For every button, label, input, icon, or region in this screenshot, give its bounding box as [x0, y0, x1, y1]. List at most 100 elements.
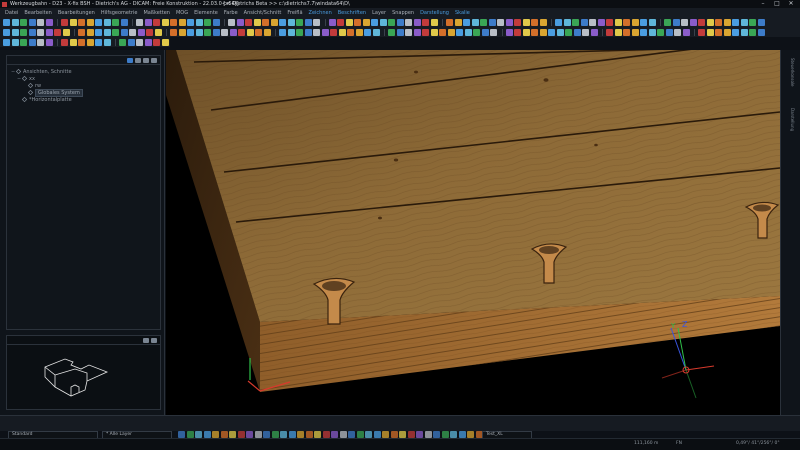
- tool-icon[interactable]: [732, 28, 739, 36]
- tool-icon[interactable]: [86, 18, 94, 26]
- tool-icon[interactable]: [170, 18, 177, 26]
- tool-icon[interactable]: [3, 28, 10, 36]
- tool-icon[interactable]: [640, 18, 647, 26]
- tool-icon[interactable]: [103, 18, 111, 26]
- tool-icon[interactable]: [321, 28, 329, 36]
- tool-icon[interactable]: [430, 28, 438, 36]
- tool-icon[interactable]: [715, 28, 722, 36]
- tool-icon[interactable]: [623, 18, 630, 26]
- tool-icon[interactable]: [463, 18, 470, 26]
- status-tool-icon[interactable]: [220, 431, 228, 438]
- status-tool-icon[interactable]: [195, 431, 202, 438]
- tool-icon[interactable]: [86, 38, 94, 46]
- tool-icon[interactable]: [279, 18, 286, 26]
- menu-ansicht-schnitt[interactable]: Ansicht/Schnitt: [241, 10, 285, 16]
- tool-icon[interactable]: [238, 28, 245, 36]
- tool-icon[interactable]: [430, 18, 438, 26]
- tool-icon[interactable]: [371, 18, 378, 26]
- tool-icon[interactable]: [270, 18, 278, 26]
- tool-icon[interactable]: [313, 28, 320, 36]
- menu-masketten[interactable]: Maßketten: [140, 10, 173, 16]
- status-tool-icon[interactable]: [433, 431, 440, 438]
- tool-icon[interactable]: [95, 28, 102, 36]
- tool-icon[interactable]: [648, 28, 656, 36]
- menu-layer[interactable]: Layer: [369, 10, 389, 16]
- tool-icon[interactable]: [606, 28, 613, 36]
- tool-icon[interactable]: [62, 28, 70, 36]
- status-tool-icon[interactable]: [339, 431, 347, 438]
- tool-icon[interactable]: [144, 38, 152, 46]
- close-button[interactable]: ✕: [784, 0, 798, 8]
- tool-icon[interactable]: [749, 18, 756, 26]
- menu-zeichnen[interactable]: Zeichnen: [306, 10, 335, 16]
- status-tool-icon[interactable]: [203, 431, 211, 438]
- menu-bearbeiten[interactable]: Bearbeiten: [21, 10, 54, 16]
- tool-icon[interactable]: [372, 28, 380, 36]
- tool-icon[interactable]: [396, 28, 404, 36]
- status-tool-icon[interactable]: [305, 431, 313, 438]
- close-icon[interactable]: [151, 337, 157, 343]
- tool-icon[interactable]: [229, 28, 237, 36]
- tool-icon[interactable]: [337, 18, 344, 26]
- tool-icon[interactable]: [480, 18, 487, 26]
- tree-item-xx[interactable]: − xx: [11, 75, 160, 82]
- status-tool-icon[interactable]: [288, 431, 296, 438]
- tool-icon[interactable]: [61, 18, 68, 26]
- tool-icon[interactable]: [481, 28, 489, 36]
- tool-icon[interactable]: [304, 28, 312, 36]
- tool-icon[interactable]: [505, 18, 513, 26]
- tool-icon[interactable]: [723, 28, 731, 36]
- tool-icon[interactable]: [488, 18, 496, 26]
- status-tool-icon[interactable]: [271, 431, 279, 438]
- status-tool-icon[interactable]: [356, 431, 364, 438]
- grid-icon[interactable]: [135, 57, 141, 63]
- tool-icon[interactable]: [328, 18, 336, 26]
- tool-icon[interactable]: [413, 18, 421, 26]
- 3d-viewport[interactable]: Y Z: [166, 50, 780, 415]
- tool-icon[interactable]: [614, 18, 622, 26]
- tool-icon[interactable]: [665, 28, 673, 36]
- tool-icon[interactable]: [103, 38, 111, 46]
- tool-icon[interactable]: [505, 28, 513, 36]
- tool-icon[interactable]: [153, 38, 160, 46]
- tool-icon[interactable]: [740, 28, 748, 36]
- tool-icon[interactable]: [204, 18, 211, 26]
- tool-icon[interactable]: [296, 28, 303, 36]
- tool-icon[interactable]: [37, 38, 44, 46]
- menu-bearbeitungen[interactable]: Bearbeitungen: [55, 10, 98, 16]
- tool-icon[interactable]: [614, 28, 622, 36]
- tool-icon[interactable]: [698, 18, 705, 26]
- tool-icon[interactable]: [20, 28, 27, 36]
- tool-icon[interactable]: [757, 18, 765, 26]
- tree-item-globales-system[interactable]: Globales System: [11, 88, 160, 97]
- tool-icon[interactable]: [682, 28, 690, 36]
- tool-icon[interactable]: [514, 28, 521, 36]
- tree-item-ansichten[interactable]: − Ansichten, Schnitte: [11, 68, 160, 75]
- tool-icon[interactable]: [740, 18, 748, 26]
- menu-freiflaeche[interactable]: Freiflä: [284, 10, 305, 16]
- tool-icon[interactable]: [454, 18, 462, 26]
- tool-icon[interactable]: [582, 28, 589, 36]
- tool-icon[interactable]: [103, 28, 111, 36]
- tree-item-horizontalplatte[interactable]: *Horizontalplatte: [11, 96, 160, 103]
- tool-icon[interactable]: [253, 18, 261, 26]
- tool-icon[interactable]: [689, 18, 697, 26]
- tool-icon[interactable]: [674, 28, 681, 36]
- settings-icon[interactable]: [143, 57, 149, 63]
- tool-icon[interactable]: [178, 28, 186, 36]
- tool-icon[interactable]: [456, 28, 463, 36]
- status-tool-icon[interactable]: [280, 431, 287, 438]
- tool-icon[interactable]: [623, 28, 630, 36]
- tool-icon[interactable]: [187, 18, 194, 26]
- status-tool-icon[interactable]: [441, 431, 449, 438]
- tool-icon[interactable]: [379, 18, 387, 26]
- tool-icon[interactable]: [556, 28, 564, 36]
- status-tool-icon[interactable]: [331, 431, 338, 438]
- tool-icon[interactable]: [144, 18, 152, 26]
- tool-icon[interactable]: [354, 18, 361, 26]
- tool-icon[interactable]: [338, 28, 346, 36]
- tool-icon[interactable]: [262, 18, 269, 26]
- tool-icon[interactable]: [539, 28, 547, 36]
- tool-icon[interactable]: [464, 28, 472, 36]
- tool-icon[interactable]: [471, 18, 479, 26]
